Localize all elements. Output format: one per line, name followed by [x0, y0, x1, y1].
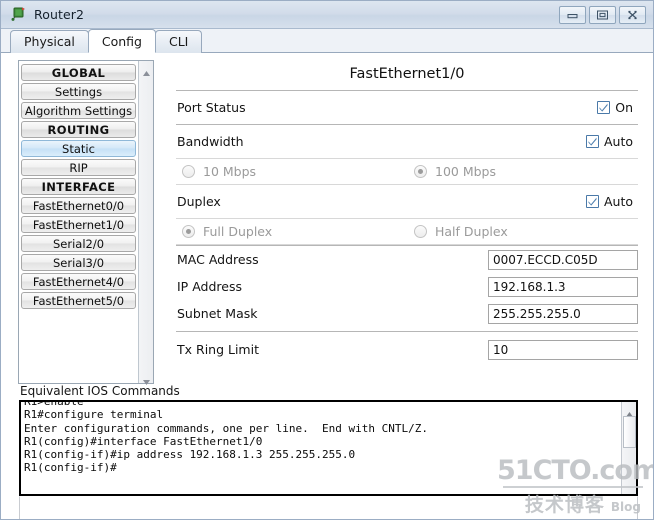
radio-selected-icon[interactable] [414, 165, 427, 178]
radio-unselected-icon[interactable] [182, 165, 195, 178]
bandwidth-row: Bandwidth Auto [176, 125, 638, 158]
bandwidth-options-row: 10 Mbps 100 Mbps [176, 158, 638, 185]
subnet-mask-row: Subnet Mask [176, 300, 638, 327]
port-status-checkbox-label: On [615, 100, 633, 115]
ios-console[interactable]: R1>enable R1#configure terminal Enter co… [19, 400, 638, 496]
duplex-options-row: Full Duplex Half Duplex [176, 218, 638, 245]
bandwidth-auto-control[interactable]: Auto [585, 134, 633, 149]
maximize-icon[interactable] [589, 5, 616, 24]
console-scrollbar[interactable] [621, 402, 636, 494]
port-status-label: Port Status [177, 100, 246, 115]
sidebar-item-settings[interactable]: Settings [21, 83, 136, 100]
tx-ring-limit-row: Tx Ring Limit [176, 336, 638, 363]
minimize-icon[interactable] [559, 5, 586, 24]
title-bar: Router2 [1, 1, 653, 29]
packet-tracer-device-window: Router2 Physical Config CLI GLOBAL Setti… [0, 0, 654, 520]
duplex-option-half[interactable]: Half Duplex [408, 224, 508, 239]
bandwidth-auto-checkbox[interactable] [585, 135, 599, 148]
mac-address-row: MAC Address [176, 246, 638, 273]
ios-console-text: R1>enable R1#configure terminal Enter co… [24, 400, 428, 475]
radio-unselected-icon[interactable] [414, 225, 427, 238]
duplex-option-half-label: Half Duplex [435, 224, 508, 239]
port-status-control[interactable]: On [597, 100, 633, 115]
duplex-auto-checkbox[interactable] [585, 195, 599, 208]
window-controls [559, 5, 649, 24]
sidebar-item-fastethernet4-0[interactable]: FastEthernet4/0 [21, 273, 136, 290]
panel-title: FastEthernet1/0 [349, 66, 465, 82]
tab-bar: Physical Config CLI [1, 29, 653, 53]
sidebar-item-fastethernet1-0[interactable]: FastEthernet1/0 [21, 216, 136, 233]
scroll-down-arrow-icon[interactable] [141, 372, 152, 385]
tx-ring-limit-input[interactable] [488, 339, 638, 360]
interface-config-panel: FastEthernet1/0 Port Status On Bandwidth [176, 60, 638, 384]
duplex-option-full-label: Full Duplex [203, 224, 273, 239]
bandwidth-label: Bandwidth [177, 134, 244, 149]
window-title: Router2 [34, 7, 85, 22]
bandwidth-option-100mbps[interactable]: 100 Mbps [408, 164, 496, 179]
bandwidth-option-10mbps[interactable]: 10 Mbps [176, 164, 408, 179]
tab-config[interactable]: Config [87, 29, 156, 53]
sidebar-item-serial2-0[interactable]: Serial2/0 [21, 235, 136, 252]
sidebar-item-fastethernet5-0[interactable]: FastEthernet5/0 [21, 292, 136, 309]
duplex-auto-control[interactable]: Auto [585, 194, 633, 209]
close-icon[interactable] [619, 5, 646, 24]
tab-physical[interactable]: Physical [10, 30, 89, 53]
ip-address-label: IP Address [177, 279, 242, 294]
divider [176, 331, 638, 332]
duplex-row: Duplex Auto [176, 185, 638, 218]
tab-cli[interactable]: CLI [154, 30, 203, 53]
ip-address-row: IP Address [176, 273, 638, 300]
config-tree-items: GLOBAL Settings Algorithm Settings ROUTI… [19, 61, 138, 383]
port-status-row: Port Status On [176, 91, 638, 124]
bandwidth-option-100mbps-label: 100 Mbps [435, 164, 496, 179]
subnet-mask-label: Subnet Mask [177, 306, 258, 321]
duplex-option-full[interactable]: Full Duplex [176, 224, 408, 239]
radio-selected-icon[interactable] [182, 225, 195, 238]
sidebar-item-global[interactable]: GLOBAL [21, 64, 136, 81]
scroll-up-arrow-icon[interactable] [624, 404, 635, 417]
subnet-mask-input[interactable] [488, 303, 638, 324]
sidebar-scrollbar[interactable] [138, 61, 153, 385]
sidebar-item-routing[interactable]: ROUTING [21, 121, 136, 138]
sidebar-item-fastethernet0-0[interactable]: FastEthernet0/0 [21, 197, 136, 214]
duplex-label: Duplex [177, 194, 221, 209]
sidebar-item-rip[interactable]: RIP [21, 159, 136, 176]
config-tab-content: GLOBAL Settings Algorithm Settings ROUTI… [1, 53, 653, 519]
sidebar-item-algorithm-settings[interactable]: Algorithm Settings [21, 102, 136, 119]
port-status-checkbox[interactable] [597, 101, 611, 114]
sidebar-item-static[interactable]: Static [21, 140, 136, 157]
console-scroll-thumb[interactable] [623, 416, 636, 448]
equivalent-ios-commands-label: Equivalent IOS Commands [20, 384, 180, 398]
ip-address-input[interactable] [488, 276, 638, 297]
scroll-up-arrow-icon[interactable] [141, 63, 152, 76]
bandwidth-auto-label: Auto [603, 134, 633, 149]
console-lower-fill [19, 496, 638, 519]
sidebar-item-interface[interactable]: INTERFACE [21, 178, 136, 195]
tx-ring-limit-label: Tx Ring Limit [177, 342, 259, 357]
mac-address-label: MAC Address [177, 252, 259, 267]
duplex-auto-label: Auto [603, 194, 633, 209]
router-device-icon [10, 6, 27, 23]
config-tree-sidebar: GLOBAL Settings Algorithm Settings ROUTI… [18, 60, 154, 385]
sidebar-item-serial3-0[interactable]: Serial3/0 [21, 254, 136, 271]
mac-address-input[interactable] [488, 249, 638, 270]
bandwidth-option-10mbps-label: 10 Mbps [203, 164, 257, 179]
